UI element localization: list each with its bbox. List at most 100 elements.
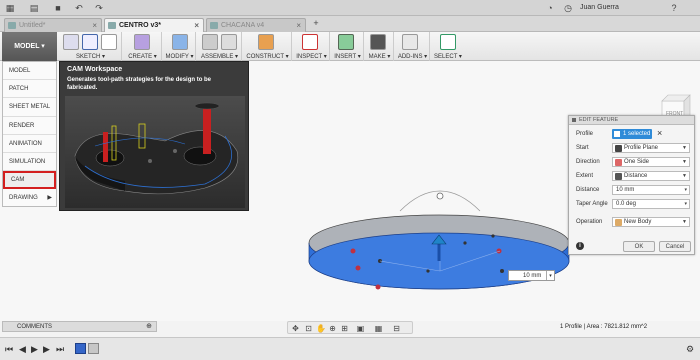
fit-icon[interactable]: ⊞ [340, 324, 349, 333]
assemble-icon[interactable] [221, 34, 237, 50]
arc-icon[interactable] [82, 34, 98, 50]
close-tab-icon[interactable]: × [194, 19, 199, 32]
workspace-item-patch[interactable]: PATCH [3, 80, 56, 99]
step-back-icon[interactable]: ◀ [19, 344, 26, 355]
close-tab-icon[interactable]: × [92, 19, 97, 32]
user-name[interactable]: Juan Guerra [580, 4, 619, 11]
start-select[interactable]: Profile Plane ▼ [612, 143, 690, 153]
spinner-icon[interactable]: ▾ [684, 200, 687, 209]
tooltip-description: Generates tool-path strategies for the d… [67, 77, 212, 91]
zoom-icon[interactable]: ⊕ [328, 324, 337, 333]
construct-plane-icon[interactable] [258, 34, 274, 50]
pan-icon[interactable]: ✋ [316, 324, 326, 333]
display-settings-icon[interactable]: ▣ [356, 324, 365, 333]
hole-marker [350, 248, 356, 254]
step-forward-icon[interactable]: ▶ [43, 344, 50, 355]
joint-icon[interactable] [202, 34, 218, 50]
undo-icon[interactable]: ↶ [73, 2, 85, 14]
go-to-end-icon[interactable]: ⏭ [56, 344, 64, 355]
info-icon[interactable]: i [576, 242, 584, 250]
sketch-icon[interactable] [63, 34, 79, 50]
comments-label: COMMENTS [17, 324, 52, 330]
add-ins-group[interactable]: ADD-INS ▾ [396, 32, 430, 61]
direction-label: Direction [576, 159, 600, 165]
comments-panel[interactable]: COMMENTS ⊕ [2, 321, 157, 332]
document-icon [108, 22, 116, 29]
grid-settings-icon[interactable]: ▦ [374, 324, 383, 333]
clear-selection-icon[interactable]: × [657, 128, 662, 138]
start-label: Start [576, 145, 589, 151]
workspace-item-drawing[interactable]: DRAWING ▶ [3, 189, 56, 207]
cam-preview-image [65, 96, 245, 208]
select-group[interactable]: SELECT ▾ [432, 32, 464, 61]
distance-dimension-input[interactable]: 10 mm ▾ [508, 270, 555, 281]
profile-row: Profile 1 selected × [569, 128, 696, 140]
tab-untitled[interactable]: Untitled* × [4, 18, 102, 32]
file-menu-icon[interactable]: ▤ [28, 2, 40, 14]
spinner-icon[interactable]: ▾ [684, 186, 687, 195]
ok-button[interactable]: OK [623, 241, 655, 252]
add-comment-icon[interactable]: ⊕ [146, 322, 152, 332]
create-group[interactable]: CREATE ▾ [124, 32, 162, 61]
timeline-extrude-icon[interactable] [88, 343, 99, 354]
job-status-icon[interactable]: ◔ [544, 2, 556, 14]
make-label: MAKE ▾ [368, 54, 391, 60]
sketch-group[interactable]: SKETCH ▾ [60, 32, 122, 61]
construct-group[interactable]: CONSTRUCT ▾ [244, 32, 292, 61]
direction-select[interactable]: One Side ▼ [612, 157, 690, 167]
rectangle-icon[interactable] [101, 34, 117, 50]
inspect-group[interactable]: INSPECT ▾ [294, 32, 330, 61]
panel-header[interactable]: EDIT FEATURE [569, 116, 694, 125]
rotate-handle-icon[interactable] [436, 192, 444, 200]
workspace-item-cam[interactable]: CAM [3, 171, 56, 190]
insert-image-icon[interactable] [338, 34, 354, 50]
insert-group[interactable]: INSERT ▾ [332, 32, 364, 61]
notifications-icon[interactable]: ◷ [562, 2, 574, 14]
timeline-settings-icon[interactable]: ⚙ [686, 344, 694, 355]
orbit-icon[interactable]: ✥ [291, 324, 300, 333]
distance-label: Distance [576, 187, 600, 193]
panel-pin-icon[interactable] [572, 118, 576, 122]
direction-row: Direction One Side ▼ [569, 157, 696, 168]
redo-icon[interactable]: ↷ [93, 2, 105, 14]
tab-centro-v3[interactable]: CENTRO v3* × [104, 18, 204, 32]
save-icon[interactable]: ■ [52, 2, 64, 14]
chevron-down-icon[interactable]: ▾ [546, 271, 554, 280]
go-to-start-icon[interactable]: ⏮ [5, 344, 13, 355]
create-grid-icon[interactable] [134, 34, 150, 50]
modify-group[interactable]: MODIFY ▾ [164, 32, 196, 61]
select-icon[interactable] [440, 34, 456, 50]
measure-icon[interactable] [302, 34, 318, 50]
make-group[interactable]: MAKE ▾ [366, 32, 394, 61]
workspace-item-animation[interactable]: ANIMATION [3, 135, 56, 153]
profile-select-button[interactable]: 1 selected [612, 129, 652, 139]
extent-select[interactable]: Distance ▼ [612, 171, 690, 181]
workspace-item-simulation[interactable]: SIMULATION [3, 153, 56, 172]
viewports-icon[interactable]: ⊟ [392, 324, 401, 333]
distance-input[interactable]: 10 mm ▾ [612, 185, 690, 195]
chevron-down-icon: ▼ [682, 219, 687, 225]
look-at-icon[interactable]: ⊡ [304, 324, 313, 333]
play-icon[interactable]: ▶ [31, 344, 38, 355]
operation-select[interactable]: New Body ▼ [612, 217, 690, 227]
navigation-bar: ✥ ⊡ ✋ ⊕ ⊞ ▣ ▦ ⊟ [287, 321, 413, 334]
submenu-arrow-icon: ▶ [47, 195, 52, 202]
workspace-switcher[interactable]: MODEL ▾ [2, 32, 57, 61]
workspace-item-render[interactable]: RENDER [3, 117, 56, 135]
workspace-item-model[interactable]: MODEL [3, 62, 56, 81]
help-icon[interactable]: ? [668, 2, 680, 14]
operation-row: Operation New Body ▼ [569, 217, 696, 228]
3d-print-icon[interactable] [370, 34, 386, 50]
new-tab-icon[interactable]: + [310, 17, 322, 29]
timeline-sketch-icon[interactable] [75, 343, 86, 354]
taper-angle-input[interactable]: 0.0 deg ▾ [612, 199, 690, 209]
workspace-item-sheet-metal[interactable]: SHEET METAL [3, 98, 56, 117]
assemble-group[interactable]: ASSEMBLE ▾ [198, 32, 242, 61]
cancel-button[interactable]: Cancel [659, 241, 691, 252]
tab-chacana-v4[interactable]: CHACANA v4 × [206, 18, 306, 32]
close-tab-icon[interactable]: × [296, 19, 301, 32]
menu-label: PATCH [9, 86, 29, 93]
app-grid-icon[interactable]: ▦ [4, 2, 16, 14]
add-ins-icon[interactable] [402, 34, 418, 50]
modify-icon[interactable] [172, 34, 188, 50]
